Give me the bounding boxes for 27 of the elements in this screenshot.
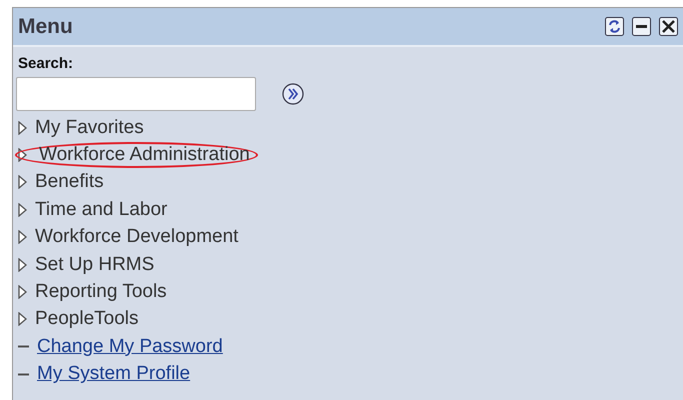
panel-title: Menu	[18, 14, 73, 38]
menu-item[interactable]: Time and Labor	[33, 198, 170, 221]
triangle-icon	[18, 120, 27, 135]
menu-item[interactable]: Reporting Tools	[33, 281, 169, 304]
minimize-icon[interactable]	[632, 17, 651, 36]
dash-icon	[18, 372, 29, 376]
menu-link[interactable]: Change My Password	[35, 336, 225, 358]
go-button[interactable]	[282, 83, 304, 105]
triangle-icon	[18, 285, 27, 300]
menu-link[interactable]: My System Profile	[35, 363, 192, 386]
menu-item[interactable]: My Favorites	[33, 116, 146, 139]
search-label: Search:	[18, 55, 74, 72]
menu-item[interactable]: Set Up HRMS	[33, 254, 156, 276]
refresh-icon[interactable]	[605, 17, 624, 36]
dash-icon	[18, 345, 29, 348]
menu-item[interactable]: PeopleTools	[33, 308, 141, 330]
menu-item[interactable]: Benefits	[33, 171, 106, 194]
triangle-icon	[18, 258, 27, 272]
menu-item[interactable]: Workforce Development	[33, 226, 240, 248]
close-icon[interactable]	[659, 17, 678, 36]
triangle-icon	[18, 202, 27, 217]
triangle-icon	[18, 230, 27, 244]
triangle-icon	[18, 312, 27, 326]
triangle-icon	[18, 148, 27, 162]
menu-item[interactable]: Workforce Administration	[15, 142, 258, 168]
search-field[interactable]	[16, 77, 256, 111]
triangle-icon	[18, 175, 27, 190]
